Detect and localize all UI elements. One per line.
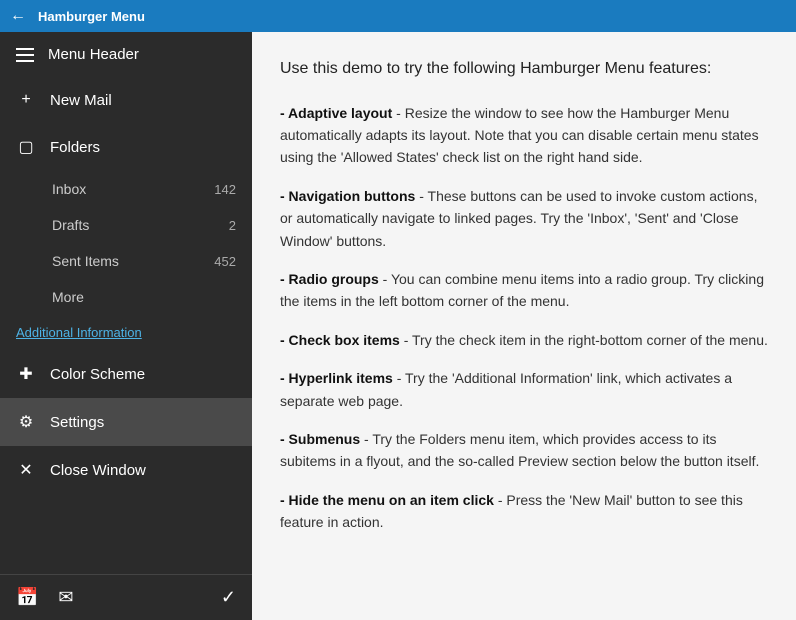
check-icon[interactable]: ✓ [217, 583, 240, 612]
inbox-count: 142 [214, 182, 236, 197]
content-paragraph: - Check box items - Try the check item i… [280, 329, 768, 351]
content-heading: Use this demo to try the following Hambu… [280, 56, 768, 82]
sidebar-item-settings[interactable]: ⚙ Settings [0, 398, 252, 446]
sent-items-label: Sent Items [52, 253, 214, 269]
inbox-label: Inbox [52, 181, 214, 197]
title-bar-title: Hamburger Menu [38, 9, 145, 24]
drafts-label: Drafts [52, 217, 229, 233]
close-icon: ✕ [16, 460, 36, 480]
more-label: More [52, 289, 236, 305]
calendar-icon[interactable]: 📅 [12, 583, 42, 612]
sidebar-header-label: Menu Header [48, 46, 139, 63]
content-paragraph: - Adaptive layout - Resize the window to… [280, 102, 768, 169]
sidebar-item-close-window[interactable]: ✕ Close Window [0, 446, 252, 494]
content-paragraph: - Hide the menu on an item click - Press… [280, 489, 768, 534]
sidebar-item-folders[interactable]: ▢ Folders [0, 123, 252, 171]
sidebar-item-sent-items[interactable]: Sent Items 452 [0, 243, 252, 279]
main-layout: Menu Header + New Mail ▢ Folders Inbox 1… [0, 32, 796, 620]
settings-icon: ⚙ [16, 412, 36, 432]
title-bar: ← Hamburger Menu [0, 0, 796, 32]
color-scheme-label: Color Scheme [50, 366, 236, 383]
content-paragraph: - Submenus - Try the Folders menu item, … [280, 428, 768, 473]
color-scheme-icon: ✚ [16, 364, 36, 384]
sidebar-item-new-mail[interactable]: + New Mail [0, 77, 252, 123]
content-paragraphs: - Adaptive layout - Resize the window to… [280, 102, 768, 534]
close-window-label: Close Window [50, 462, 236, 479]
back-button[interactable]: ← [10, 7, 26, 25]
hamburger-icon[interactable] [16, 48, 34, 62]
sidebar-item-color-scheme[interactable]: ✚ Color Scheme [0, 350, 252, 398]
new-mail-label: New Mail [50, 92, 236, 109]
folders-label: Folders [50, 139, 236, 156]
sidebar-item-more[interactable]: More [0, 279, 252, 315]
sidebar-item-inbox[interactable]: Inbox 142 [0, 171, 252, 207]
mail-icon[interactable]: ✉ [54, 583, 77, 612]
settings-label: Settings [50, 414, 236, 431]
content-area: Use this demo to try the following Hambu… [252, 32, 796, 620]
sidebar-item-drafts[interactable]: Drafts 2 [0, 207, 252, 243]
sidebar: Menu Header + New Mail ▢ Folders Inbox 1… [0, 32, 252, 620]
plus-icon: + [16, 91, 36, 109]
content-paragraph: - Radio groups - You can combine menu it… [280, 268, 768, 313]
sent-items-count: 452 [214, 254, 236, 269]
folder-icon: ▢ [16, 137, 36, 157]
content-paragraph: - Hyperlink items - Try the 'Additional … [280, 367, 768, 412]
content-paragraph: - Navigation buttons - These buttons can… [280, 185, 768, 252]
sidebar-header[interactable]: Menu Header [0, 32, 252, 77]
drafts-count: 2 [229, 218, 236, 233]
additional-information-link[interactable]: Additional Information [0, 315, 252, 350]
sidebar-bottom-bar: 📅 ✉ ✓ [0, 574, 252, 620]
